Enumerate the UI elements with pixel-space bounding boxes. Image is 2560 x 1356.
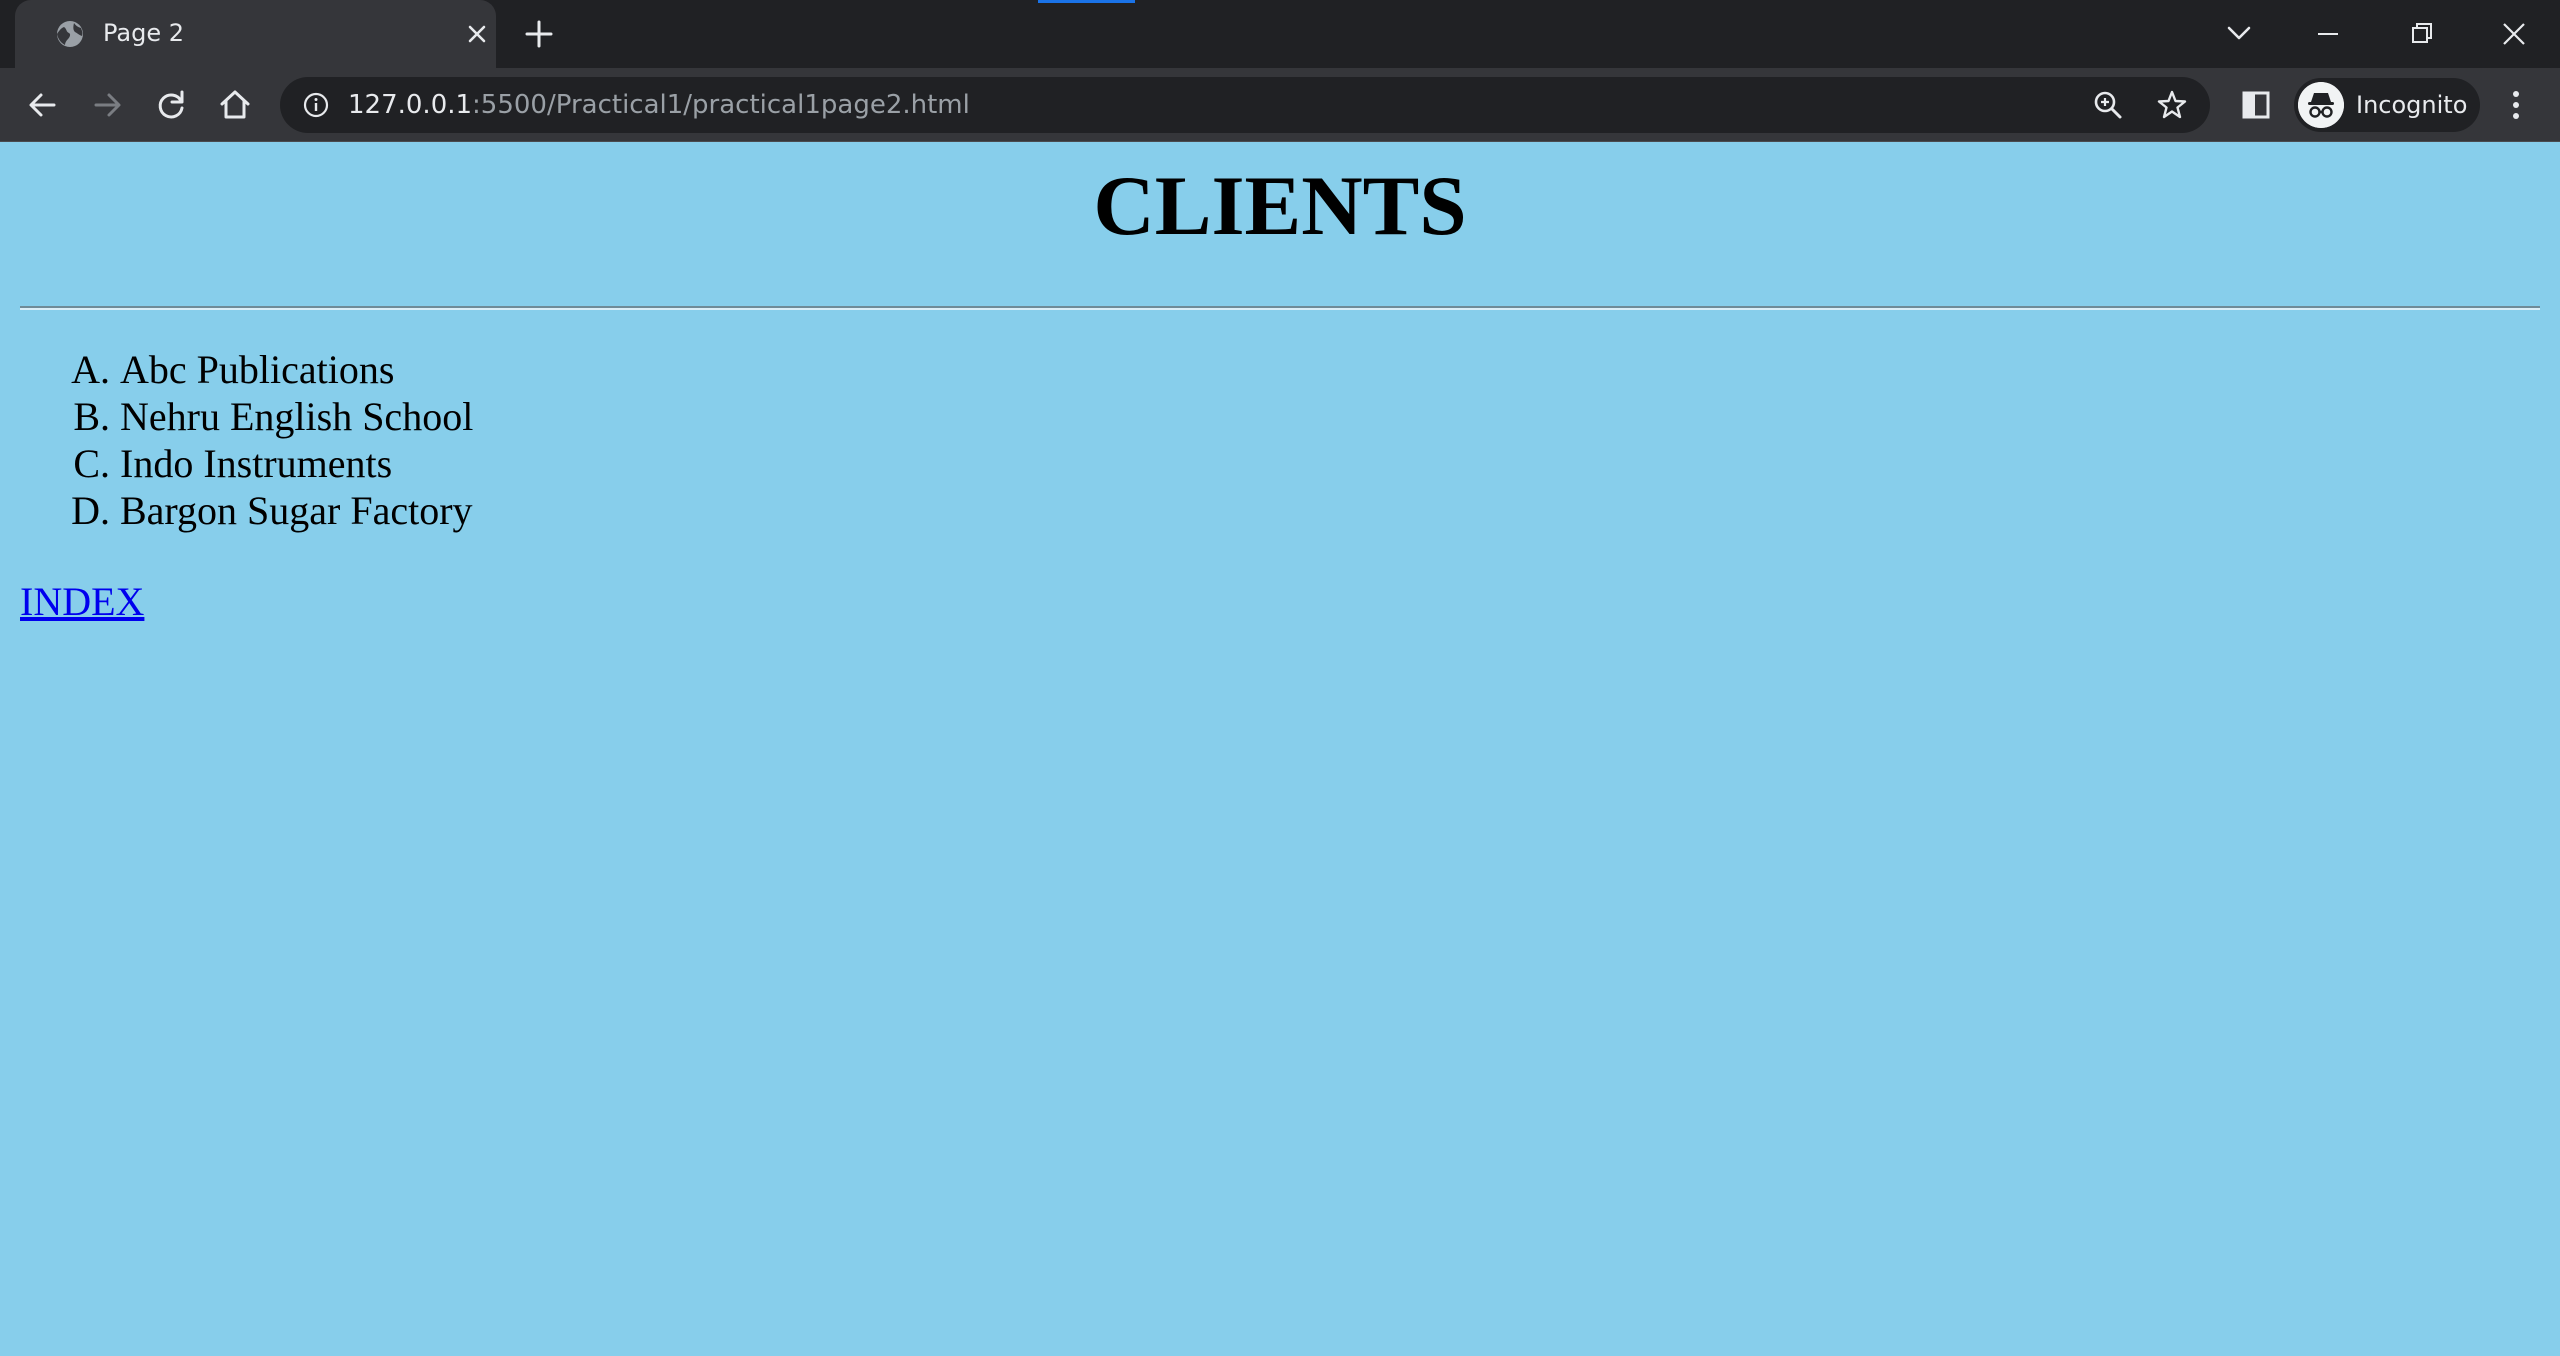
close-icon[interactable] [463, 20, 491, 48]
close-icon[interactable] [2492, 12, 2536, 56]
client-name: Bargon Sugar Factory [120, 488, 473, 533]
horizontal-rule [20, 306, 2540, 310]
page-heading: CLIENTS [1093, 159, 1467, 253]
address-bar[interactable]: 127.0.0.1:5500/Practical1/practical1page… [280, 77, 2210, 133]
index-link[interactable]: INDEX [20, 578, 144, 625]
profile-label: Incognito [2356, 91, 2468, 119]
url-host: 127.0.0.1 [348, 90, 473, 120]
kebab-menu-icon[interactable] [2496, 84, 2536, 126]
info-icon[interactable] [302, 91, 330, 119]
client-name: Abc Publications [120, 347, 395, 392]
url-text[interactable]: 127.0.0.1:5500/Practical1/practical1page… [348, 90, 970, 120]
list-marker: B. [73, 394, 110, 439]
arrow-right-icon[interactable] [86, 84, 128, 126]
reload-icon[interactable] [150, 84, 192, 126]
incognito-icon [2298, 82, 2344, 128]
tab-title: Page 2 [103, 19, 184, 47]
tab-drag-indicator [1038, 0, 1135, 3]
tab-strip: Page 2 [0, 0, 2560, 68]
globe-icon [57, 21, 83, 47]
tab-active[interactable]: Page 2 [15, 0, 496, 68]
url-path: :5500/Practical1/practical1page2.html [472, 90, 970, 120]
restore-icon[interactable] [2400, 12, 2444, 56]
plus-icon[interactable] [522, 17, 556, 51]
zoom-icon[interactable] [2091, 88, 2125, 122]
client-name: Indo Instruments [120, 441, 393, 486]
toolbar: 127.0.0.1:5500/Practical1/practical1page… [0, 68, 2560, 142]
star-icon[interactable] [2155, 88, 2189, 122]
client-name: Nehru English School [120, 394, 474, 439]
side-panel-icon[interactable] [2236, 85, 2276, 125]
profile-button[interactable]: Incognito [2294, 78, 2480, 132]
list-marker: A. [71, 347, 110, 392]
page-viewport: CLIENTS A. Abc Publications B. Nehru Eng… [0, 142, 2560, 1356]
list-marker: D. [71, 488, 110, 533]
minimize-icon[interactable] [2306, 12, 2350, 56]
browser-window: Page 2 127.0.0.1:5500/Practical1/practic… [0, 0, 2560, 1356]
arrow-left-icon[interactable] [22, 84, 64, 126]
home-icon[interactable] [214, 84, 256, 126]
chevron-down-icon[interactable] [2222, 16, 2256, 50]
list-marker: C. [73, 441, 110, 486]
